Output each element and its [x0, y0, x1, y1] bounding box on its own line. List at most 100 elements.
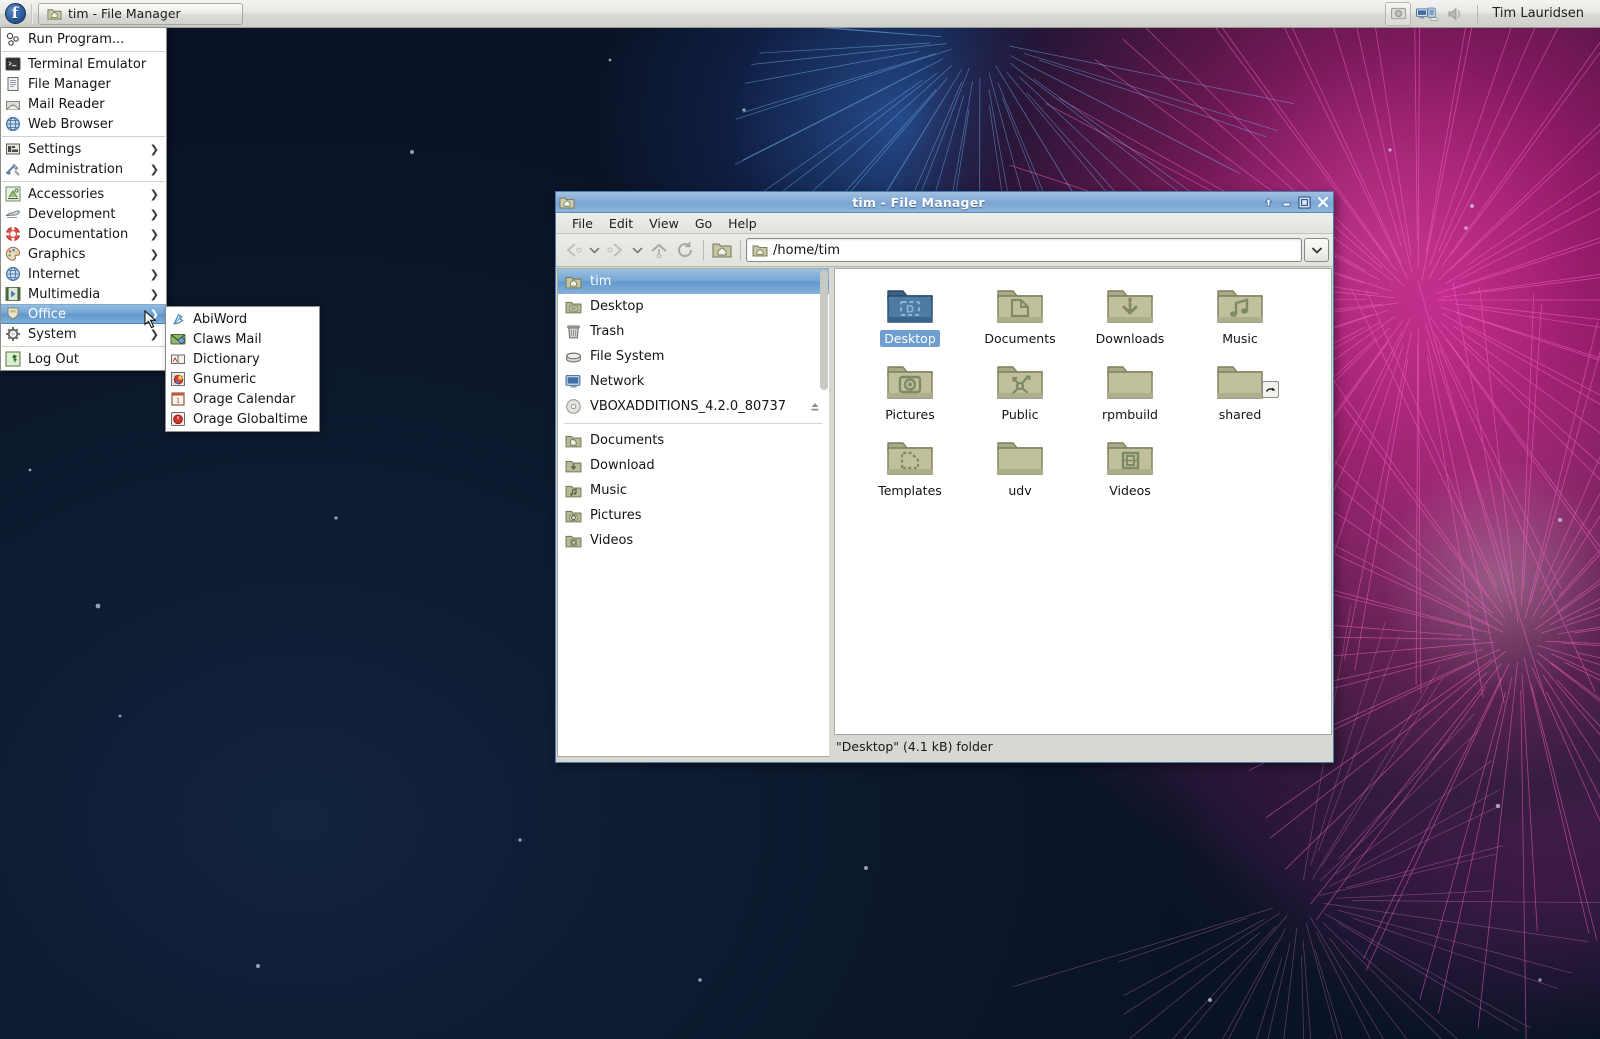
applications-menu-button[interactable]: f — [2, 1, 28, 27]
menu-item-internet[interactable]: Internet ❯ — [1, 264, 166, 284]
minimize-button[interactable] — [1279, 195, 1294, 210]
submenu-item-orage-calendar[interactable]: 1 Orage Calendar — [166, 389, 319, 409]
file-name: Templates — [878, 483, 942, 498]
menu-view[interactable]: View — [641, 215, 687, 232]
submenu-item-gnumeric[interactable]: Gnumeric — [166, 369, 319, 389]
back-button[interactable] — [560, 237, 586, 263]
accessories-icon — [5, 186, 21, 202]
applications-menu[interactable]: Run Program... Terminal Emulator File Mana… — [0, 28, 167, 371]
menu-item-settings[interactable]: Settings ❯ — [1, 139, 166, 159]
menu-item-label: Graphics — [28, 246, 86, 262]
menu-item-log-out[interactable]: Log Out — [1, 349, 166, 369]
run-program-icon — [6, 32, 19, 46]
maximize-button[interactable] — [1297, 195, 1312, 210]
menu-item-graphics[interactable]: Graphics ❯ — [1, 244, 166, 264]
menu-item-development[interactable]: Development ❯ — [1, 204, 166, 224]
menu-item-administration[interactable]: Administration ❯ — [1, 159, 166, 179]
menu-item-label: Run Program... — [28, 31, 125, 47]
submenu-item-claws-mail[interactable]: Claws Mail — [166, 329, 319, 349]
sidebar-item-videos[interactable]: Videos — [558, 528, 829, 553]
sidebar-item-label: File System — [590, 349, 665, 364]
submenu-item-abiword[interactable]: AbiWord — [166, 309, 319, 329]
trash-icon — [567, 325, 580, 339]
menu-separator — [2, 136, 165, 137]
file-item[interactable]: rpmbuild — [1075, 359, 1185, 435]
menu-item-web-browser[interactable]: Web Browser — [1, 114, 166, 134]
menu-item-label: File Manager — [28, 76, 111, 92]
close-button[interactable] — [1315, 195, 1330, 210]
submenu-item-label: Claws Mail — [193, 331, 262, 347]
submenu-item-dictionary[interactable]: Dictionary — [166, 349, 319, 369]
screenshot-icon[interactable] — [1385, 1, 1412, 26]
sidebar-item-music[interactable]: Music — [558, 478, 829, 503]
file-item[interactable]: Templates — [855, 435, 965, 511]
file-item[interactable]: D Desktop — [855, 283, 965, 359]
menu-item-multimedia[interactable]: Multimedia ❯ — [1, 284, 166, 304]
sidebar-item-label: Music — [590, 483, 627, 498]
folder-documents-icon — [996, 283, 1044, 327]
file-icon-view[interactable]: D Desktop Documents Downloads Music Pict… — [834, 268, 1332, 735]
menu-file[interactable]: File — [564, 215, 601, 232]
menu-item-office[interactable]: Office ❯ — [1, 304, 166, 324]
file-name: Desktop — [880, 330, 940, 347]
menu-item-label: Office — [28, 306, 66, 322]
file-manager-window[interactable]: tim - File Manager File Edit View Go Help — [555, 191, 1334, 763]
folder-desktop-icon — [565, 301, 582, 314]
menu-item-mail-reader[interactable]: Mail Reader — [1, 94, 166, 114]
shade-button[interactable] — [1261, 195, 1276, 210]
file-item[interactable]: Music — [1185, 283, 1295, 359]
volume-icon[interactable] — [1443, 2, 1469, 26]
menu-item-label: Accessories — [28, 186, 105, 202]
window-titlebar[interactable]: tim - File Manager — [556, 192, 1333, 213]
sidebar-item-file-system[interactable]: File System — [558, 344, 829, 369]
sidebar-item-download[interactable]: Download — [558, 453, 829, 478]
sidebar-item-tim[interactable]: tim — [558, 269, 829, 294]
menu-item-terminal-emulator[interactable]: Terminal Emulator — [1, 54, 166, 74]
chevron-right-icon: ❯ — [149, 187, 159, 201]
menu-go[interactable]: Go — [687, 215, 720, 232]
sidebar-item-desktop[interactable]: Desktop — [558, 294, 829, 319]
file-item[interactable]: Public — [965, 359, 1075, 435]
sidebar-scrollbar[interactable] — [820, 270, 828, 390]
menu-item-documentation[interactable]: Documentation ❯ — [1, 224, 166, 244]
menubar[interactable]: File Edit View Go Help — [556, 213, 1333, 234]
sidebar-item-trash[interactable]: Trash — [558, 319, 829, 344]
eject-icon[interactable] — [808, 400, 822, 414]
path-dropdown-button[interactable] — [1304, 238, 1329, 262]
menu-item-run-program[interactable]: Run Program... — [1, 29, 166, 49]
submenu-item-orage-globaltime[interactable]: Orage Globaltime — [166, 409, 319, 429]
office-submenu[interactable]: AbiWord Claws Mail Dictionary Gnumeric 1 Orag… — [165, 306, 320, 432]
reload-button[interactable] — [672, 237, 698, 263]
sidebar-item-vboxadditions-4-2-0-80737[interactable]: VBOXADDITIONS_4.2.0_80737 — [558, 394, 829, 419]
home-button[interactable] — [709, 237, 735, 263]
menu-help[interactable]: Help — [720, 215, 765, 232]
network-icon[interactable] — [1414, 2, 1440, 26]
sidebar-item-label: Network — [590, 374, 645, 389]
menu-edit[interactable]: Edit — [601, 215, 641, 232]
menu-item-system[interactable]: System ❯ — [1, 324, 166, 344]
file-item[interactable]: Downloads — [1075, 283, 1185, 359]
folder-icon — [1106, 359, 1154, 403]
up-button[interactable] — [646, 237, 672, 263]
menu-item-accessories[interactable]: Accessories ❯ — [1, 184, 166, 204]
sidebar-item-pictures[interactable]: Pictures — [558, 503, 829, 528]
status-bar: "Desktop" (4.1 kB) folder — [834, 735, 1332, 757]
folder-documents-icon — [565, 435, 582, 448]
file-item[interactable]: Videos — [1075, 435, 1185, 511]
forward-history-dropdown[interactable] — [629, 237, 646, 263]
folder-home-icon — [565, 276, 582, 289]
file-item[interactable]: shared — [1185, 359, 1295, 435]
settings-icon — [6, 143, 20, 155]
places-sidebar[interactable]: tim Desktop Trash File System Network VBOXADD… — [557, 268, 829, 757]
menu-item-file-manager[interactable]: File Manager — [1, 74, 166, 94]
forward-button[interactable] — [603, 237, 629, 263]
sidebar-item-documents[interactable]: Documents — [558, 428, 829, 453]
path-input[interactable]: /home/tim — [746, 238, 1302, 262]
file-item[interactable]: Documents — [965, 283, 1075, 359]
back-history-dropdown[interactable] — [586, 237, 603, 263]
file-item[interactable]: Pictures — [855, 359, 965, 435]
sidebar-item-network[interactable]: Network — [558, 369, 829, 394]
taskbar-item-file-manager[interactable]: tim - File Manager — [38, 2, 243, 25]
file-item[interactable]: udv — [965, 435, 1075, 511]
toolbar[interactable]: /home/tim — [556, 234, 1333, 267]
